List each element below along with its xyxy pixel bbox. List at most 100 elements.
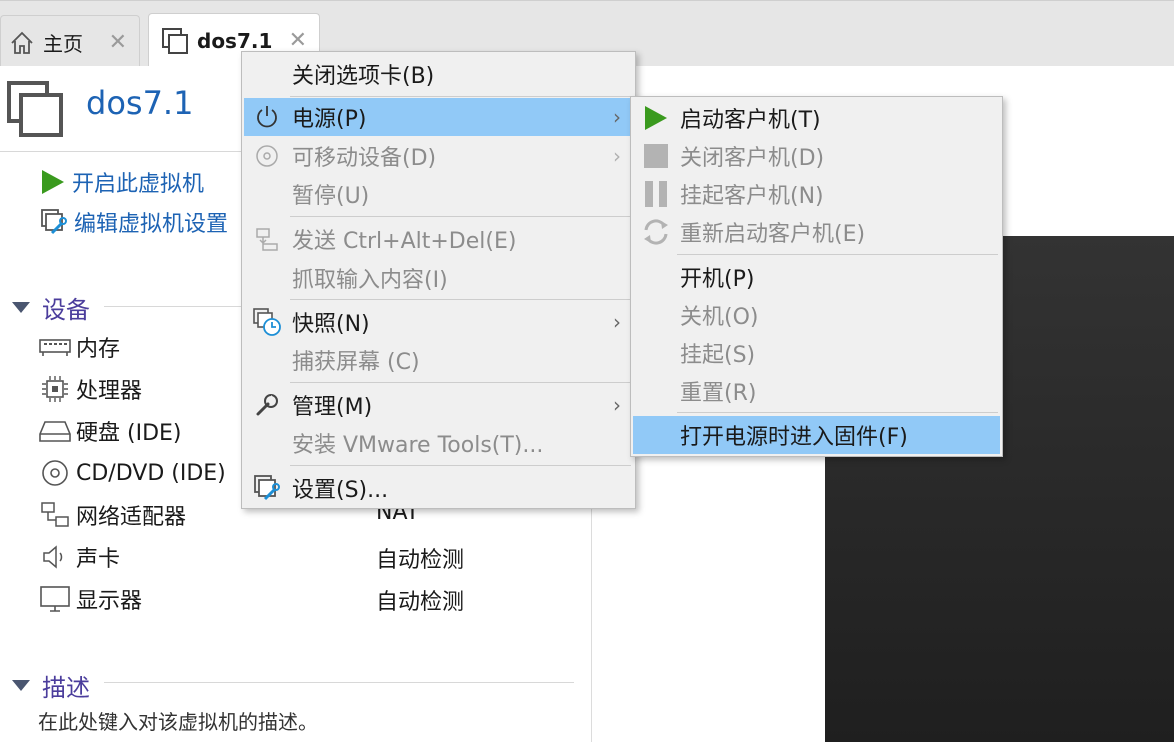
menu-item-shutdown-guest[interactable]: 关闭客户机(D): [633, 137, 1000, 175]
sound-icon: [38, 542, 72, 572]
display-value: 自动检测: [376, 590, 465, 615]
tab-dos71-label: dos7.1: [197, 28, 273, 53]
display-icon: [38, 584, 72, 614]
menu-item-send-ctrl-alt-del[interactable]: 发送 Ctrl+Alt+Del(E): [244, 220, 633, 258]
pause-icon: [639, 177, 673, 211]
description-input[interactable]: 在此处键入对该虚拟机的描述。: [38, 706, 318, 735]
vm-title: dos7.1: [86, 84, 194, 122]
chevron-right-icon: ›: [613, 310, 621, 334]
menu-separator: [290, 96, 631, 97]
device-harddisk[interactable]: 硬盘 (IDE): [38, 414, 182, 448]
menu-item-label: 关闭客户机(D): [680, 146, 825, 171]
menu-item-label: 捕获屏幕 (C): [292, 350, 420, 375]
menu-item-label: 发送 Ctrl+Alt+Del(E): [292, 229, 517, 254]
menu-item-grab-input[interactable]: 抓取输入内容(I): [244, 259, 633, 297]
power-on-vm-link[interactable]: 开启此虚拟机: [40, 166, 204, 198]
menu-item-restart-guest[interactable]: 重新启动客户机(E): [633, 213, 1000, 251]
device-sound[interactable]: 声卡: [38, 540, 120, 574]
tab-home-label: 主页: [43, 32, 83, 56]
device-network[interactable]: 网络适配器: [38, 498, 186, 532]
menu-item-power-off[interactable]: 关机(O): [633, 296, 1000, 334]
menu-item-label: 暂停(U): [292, 184, 370, 209]
menu-item-manage[interactable]: 管理(M) ›: [244, 386, 633, 424]
menu-item-capture-screen[interactable]: 捕获屏幕 (C): [244, 341, 633, 379]
menu-item-start-guest[interactable]: 启动客户机(T): [633, 99, 1000, 137]
menu-item-suspend-guest[interactable]: 挂起客户机(N): [633, 175, 1000, 213]
menu-item-settings[interactable]: 设置(S)...: [244, 469, 633, 507]
power-submenu: 启动客户机(T) 关闭客户机(D) 挂起客户机(N) 重新启动客户机(E) 开机…: [630, 96, 1003, 457]
menu-separator: [677, 254, 998, 255]
device-name: 内存: [76, 337, 121, 362]
play-icon: [639, 101, 673, 135]
menu-item-label: 快照(N): [292, 312, 370, 337]
devices-section-toggle[interactable]: 设备: [12, 290, 90, 325]
menu-separator: [290, 382, 631, 383]
devices-heading: 设备: [42, 296, 90, 324]
tab-context-menu: 关闭选项卡(B) 电源(P) › 可移动设备(D) › 暂停(U) 发送 Ctr…: [241, 51, 636, 509]
menu-item-label: 开机(P): [680, 267, 755, 292]
send-keys-icon: [250, 222, 284, 256]
menu-item-power-on[interactable]: 开机(P): [633, 258, 1000, 296]
menu-item-power[interactable]: 电源(P) ›: [244, 98, 633, 136]
chevron-right-icon: ›: [613, 105, 621, 129]
menu-item-reset[interactable]: 重置(R): [633, 372, 1000, 410]
vm-icon: [161, 27, 189, 55]
menu-item-label: 打开电源时进入固件(F): [680, 425, 908, 450]
tab-home[interactable]: 主页 ✕: [0, 15, 140, 69]
menu-item-label: 安装 VMware Tools(T)...: [292, 433, 544, 458]
menu-item-snapshot[interactable]: 快照(N) ›: [244, 303, 633, 341]
device-name: 硬盘 (IDE): [76, 421, 182, 446]
menu-item-label: 挂起(S): [680, 343, 756, 368]
menu-item-removable-devices[interactable]: 可移动设备(D) ›: [244, 137, 633, 175]
collapse-arrow-icon: [12, 680, 30, 691]
menu-separator: [290, 216, 631, 217]
description-section-toggle[interactable]: 描述: [12, 668, 90, 703]
sound-value: 自动检测: [376, 548, 465, 573]
close-icon[interactable]: ✕: [289, 28, 307, 53]
menu-separator: [290, 465, 631, 466]
section-divider: [104, 682, 574, 683]
close-icon[interactable]: ✕: [109, 30, 127, 55]
menu-item-label: 抓取输入内容(I): [292, 268, 448, 293]
cpu-icon: [38, 374, 72, 404]
menu-item-label: 挂起客户机(N): [680, 184, 824, 209]
menu-item-close-tab[interactable]: 关闭选项卡(B): [244, 55, 633, 93]
menu-item-label: 可移动设备(D): [292, 146, 437, 171]
settings-wrench-icon: [250, 471, 284, 505]
menu-item-label: 重新启动客户机(E): [680, 222, 866, 247]
device-name: 处理器: [76, 379, 143, 404]
description-heading: 描述: [42, 674, 90, 702]
cd-icon: [250, 139, 284, 173]
memory-icon: [38, 332, 72, 362]
cd-icon: [38, 458, 72, 488]
settings-wrench-icon: [40, 208, 68, 236]
menu-item-power-on-to-firmware[interactable]: 打开电源时进入固件(F): [633, 416, 1000, 454]
wrench-icon: [250, 388, 284, 422]
menu-item-label: 电源(P): [292, 107, 367, 132]
menu-item-suspend[interactable]: 挂起(S): [633, 334, 1000, 372]
menu-item-label: 启动客户机(T): [680, 108, 821, 133]
device-cd-dvd[interactable]: CD/DVD (IDE): [38, 456, 226, 490]
edit-vm-settings-label: 编辑虚拟机设置: [74, 212, 229, 237]
device-processor[interactable]: 处理器: [38, 372, 142, 406]
edit-vm-settings-link[interactable]: 编辑虚拟机设置: [40, 206, 228, 238]
network-icon: [38, 500, 72, 530]
device-display[interactable]: 显示器: [38, 582, 142, 616]
menu-item-install-vmware-tools[interactable]: 安装 VMware Tools(T)...: [244, 424, 633, 462]
device-name: 声卡: [76, 547, 121, 572]
menu-item-label: 关闭选项卡(B): [292, 64, 435, 89]
device-name: CD/DVD (IDE): [76, 460, 226, 486]
menu-item-label: 重置(R): [680, 381, 757, 406]
power-on-vm-label: 开启此虚拟机: [72, 172, 205, 197]
stop-icon: [639, 139, 673, 173]
menu-separator: [677, 412, 998, 413]
snapshot-clock-icon: [250, 305, 284, 339]
power-icon: [250, 100, 284, 134]
device-memory[interactable]: 内存: [38, 330, 120, 364]
restart-icon: [639, 215, 673, 249]
menu-item-pause[interactable]: 暂停(U): [244, 175, 633, 213]
vm-large-icon: [6, 80, 64, 142]
home-icon: [9, 30, 35, 56]
menu-item-label: 设置(S)...: [292, 478, 389, 503]
menu-separator: [290, 299, 631, 300]
